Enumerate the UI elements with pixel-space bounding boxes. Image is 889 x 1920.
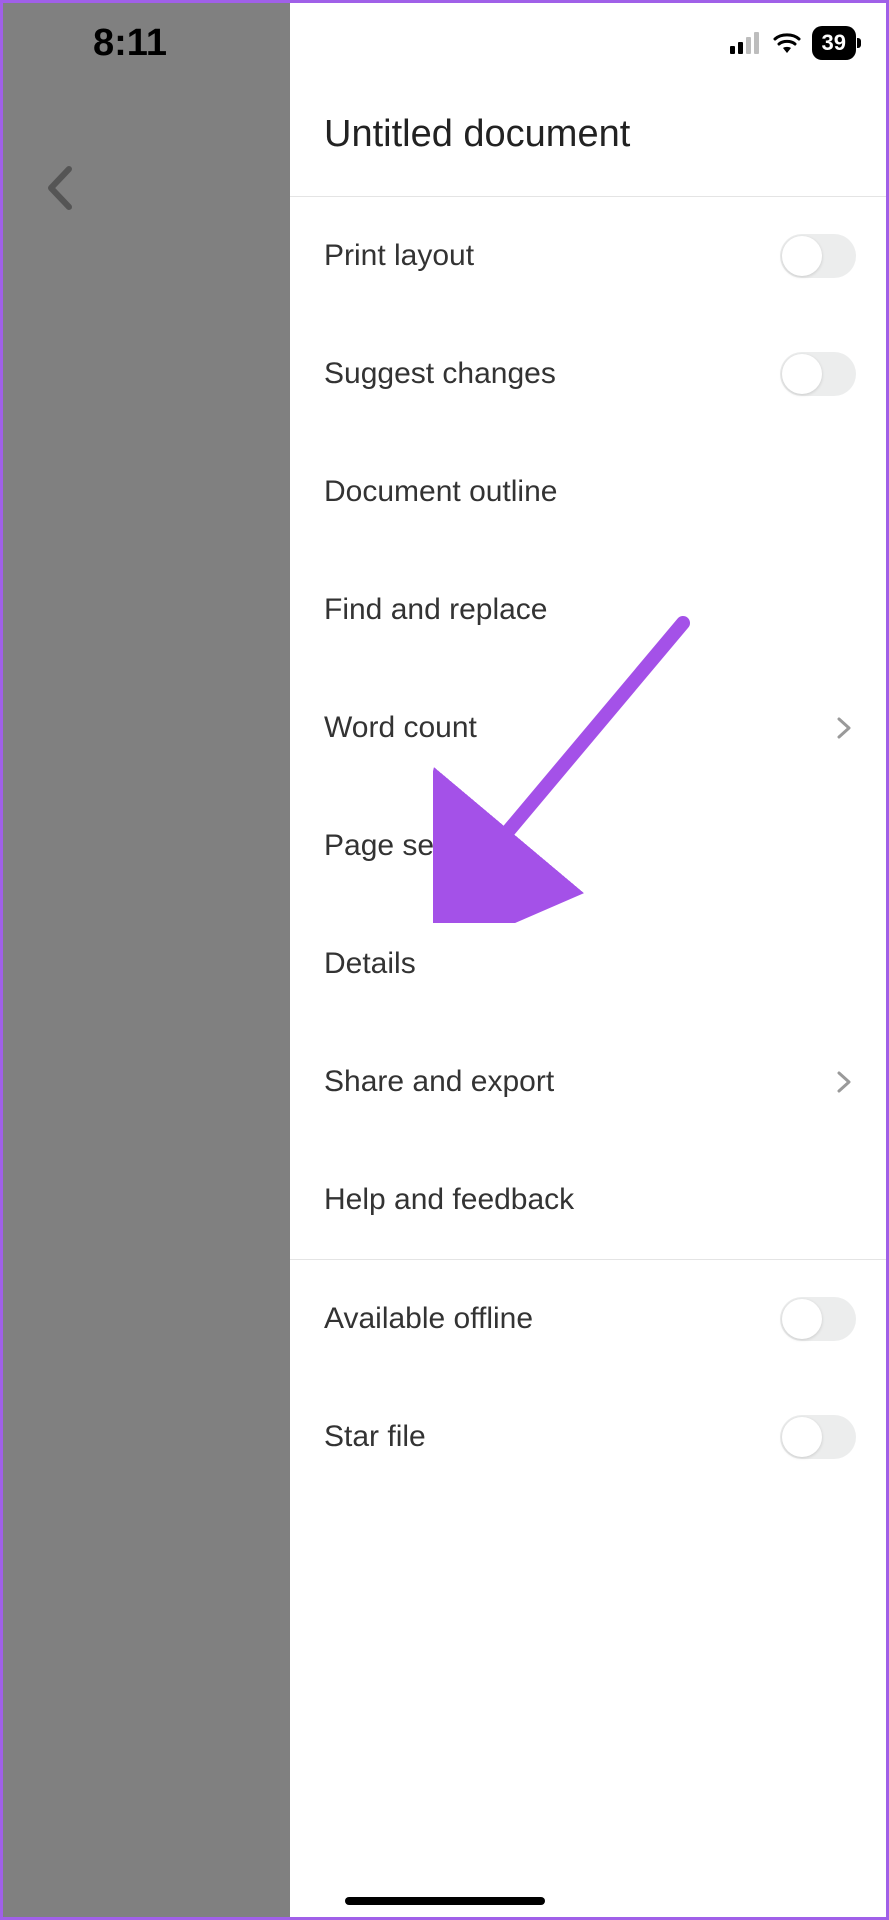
menu-label: Print layout xyxy=(324,239,474,273)
document-title: Untitled document xyxy=(324,113,852,156)
chevron-left-icon xyxy=(43,163,77,213)
menu-label: Available offline xyxy=(324,1302,533,1336)
status-bar: 8:11 39 xyxy=(3,3,886,83)
status-time: 8:11 xyxy=(93,22,167,65)
menu-label: Page setup xyxy=(324,829,476,863)
menu-label: Document outline xyxy=(324,475,557,509)
menu-label: Word count xyxy=(324,711,477,745)
menu-item-page-setup[interactable]: Page setup xyxy=(290,787,886,905)
back-button[interactable] xyxy=(43,163,77,218)
battery-indicator: 39 xyxy=(812,26,856,60)
chevron-right-icon xyxy=(832,716,856,740)
wifi-icon xyxy=(772,32,802,54)
menu-label: Share and export xyxy=(324,1065,554,1099)
menu-item-print-layout[interactable]: Print layout xyxy=(290,197,886,315)
chevron-right-icon xyxy=(832,1070,856,1094)
menu-item-find-and-replace[interactable]: Find and replace xyxy=(290,551,886,669)
menu-item-word-count[interactable]: Word count xyxy=(290,669,886,787)
options-panel: Untitled document Print layout Suggest c… xyxy=(290,3,886,1917)
toggle-print-layout[interactable] xyxy=(780,234,856,278)
toggle-knob xyxy=(782,354,822,394)
screen: 8:11 39 xyxy=(0,0,889,1920)
home-indicator[interactable] xyxy=(345,1897,545,1905)
menu-label: Find and replace xyxy=(324,593,547,627)
menu-item-star-file[interactable]: Star file xyxy=(290,1378,886,1496)
menu-item-available-offline[interactable]: Available offline xyxy=(290,1260,886,1378)
status-indicators: 39 xyxy=(730,26,856,60)
menu-item-suggest-changes[interactable]: Suggest changes xyxy=(290,315,886,433)
menu-label: Details xyxy=(324,947,416,981)
menu-label: Star file xyxy=(324,1420,426,1454)
toggle-knob xyxy=(782,1299,822,1339)
cellular-signal-icon xyxy=(730,32,762,54)
toggle-knob xyxy=(782,1417,822,1457)
toggle-star-file[interactable] xyxy=(780,1415,856,1459)
menu-item-document-outline[interactable]: Document outline xyxy=(290,433,886,551)
menu-label: Suggest changes xyxy=(324,357,556,391)
menu-item-details[interactable]: Details xyxy=(290,905,886,1023)
menu-item-share-and-export[interactable]: Share and export xyxy=(290,1023,886,1141)
toggle-knob xyxy=(782,236,822,276)
toggle-available-offline[interactable] xyxy=(780,1297,856,1341)
menu-label: Help and feedback xyxy=(324,1183,574,1217)
menu-list: Print layout Suggest changes Document ou… xyxy=(290,197,886,1496)
toggle-suggest-changes[interactable] xyxy=(780,352,856,396)
menu-item-help-and-feedback[interactable]: Help and feedback xyxy=(290,1141,886,1259)
